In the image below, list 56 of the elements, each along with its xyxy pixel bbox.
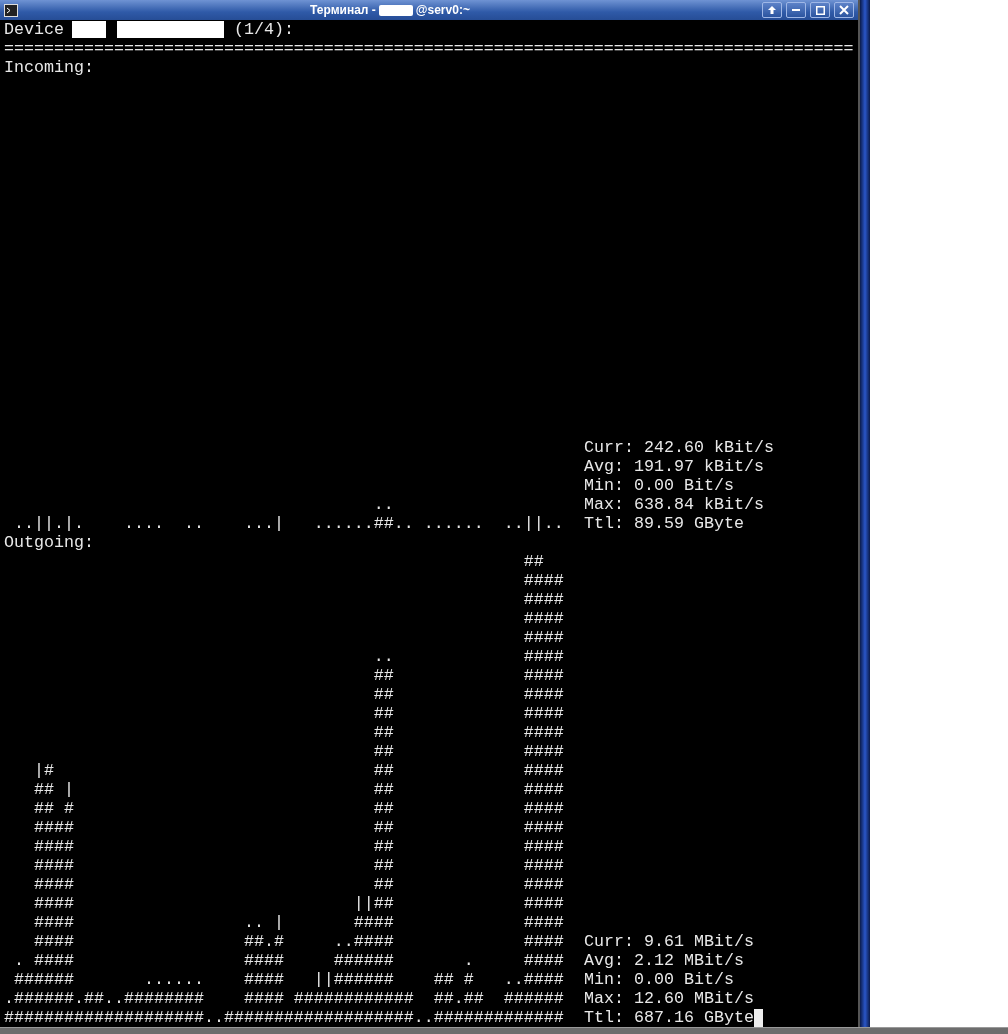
arrow-up-icon xyxy=(767,5,777,15)
graph-line: ## | ## #### xyxy=(33,780,564,799)
stat-line: Min: 0.00 Bit/s xyxy=(584,970,734,989)
close-button[interactable] xyxy=(834,2,854,18)
stat-line: Max: 638.84 kBit/s xyxy=(584,495,764,514)
graph-line: |# ## #### xyxy=(33,761,564,780)
graph-line: #### ## #### xyxy=(33,856,564,875)
graph-line: #### xyxy=(522,628,564,647)
graph-line: ..||.|. .... .. ...| ......##.. ...... ..||.. xyxy=(13,514,564,533)
graph-line: #### xyxy=(522,590,564,609)
window-title: Терминал - xyxy=(310,3,376,17)
graph-line: ## #### xyxy=(372,704,564,723)
redaction-mark xyxy=(72,21,106,38)
graph-line: .. #### xyxy=(372,647,564,666)
graph-line: #### ## #### xyxy=(33,875,564,894)
graph-line: ## #### xyxy=(372,666,564,685)
section-heading: Incoming: xyxy=(4,58,94,77)
graph-line: #### ## #### xyxy=(33,818,564,837)
device-counter: (1/4): xyxy=(234,20,294,39)
graph-line: #### ## #### xyxy=(33,837,564,856)
stat-line: Ttl: 89.59 GByte xyxy=(584,514,744,533)
close-icon xyxy=(839,5,849,15)
graph-line: ## #### xyxy=(372,742,564,761)
graph-line: #### ##.# ..#### #### xyxy=(33,932,564,951)
graph-line: #### .. | #### #### xyxy=(33,913,564,932)
device-label: Device xyxy=(4,20,64,39)
graph-line: ###### ...... #### ||###### ## # ..#### xyxy=(13,970,564,989)
text-cursor xyxy=(753,1008,763,1027)
terminal-icon xyxy=(4,3,18,17)
graph-line: ## #### xyxy=(372,685,564,704)
graph-line: ## #### xyxy=(372,723,564,742)
graph-line: #### ||## #### xyxy=(33,894,564,913)
stat-line: Curr: 9.61 MBit/s xyxy=(584,932,754,951)
minimize-button[interactable] xyxy=(786,2,806,18)
window-title: @serv0:~ xyxy=(415,3,470,17)
maximize-button[interactable] xyxy=(810,2,830,18)
graph-line: .######.##..######## #### ############ ##.## ###### xyxy=(4,989,564,1008)
separator-line: ===================================================================================== xyxy=(4,39,854,58)
stat-line: Avg: 2.12 MBit/s xyxy=(584,951,744,970)
graph-line: ## # ## #### xyxy=(33,799,564,818)
stat-line: Curr: 242.60 kBit/s xyxy=(584,438,774,457)
section-heading: Outgoing: xyxy=(4,533,94,552)
maximize-icon xyxy=(815,5,825,15)
graph-line: ####################..###################..############# xyxy=(4,1008,564,1027)
graph-line: #### xyxy=(522,571,564,590)
minimize-icon xyxy=(792,9,800,11)
graph-line: . #### #### ###### . #### xyxy=(13,951,564,970)
stat-line: Min: 0.00 Bit/s xyxy=(584,476,734,495)
graph-line: ## xyxy=(522,552,544,571)
graph-line: .. xyxy=(372,495,394,514)
graph-line: #### xyxy=(522,609,564,628)
raise-button[interactable] xyxy=(762,2,782,18)
stat-line: Avg: 191.97 kBit/s xyxy=(584,457,764,476)
stat-line: Max: 12.60 MBit/s xyxy=(584,989,754,1008)
stat-line: Ttl: 687.16 GByte xyxy=(584,1008,754,1027)
redaction-mark xyxy=(378,4,413,16)
